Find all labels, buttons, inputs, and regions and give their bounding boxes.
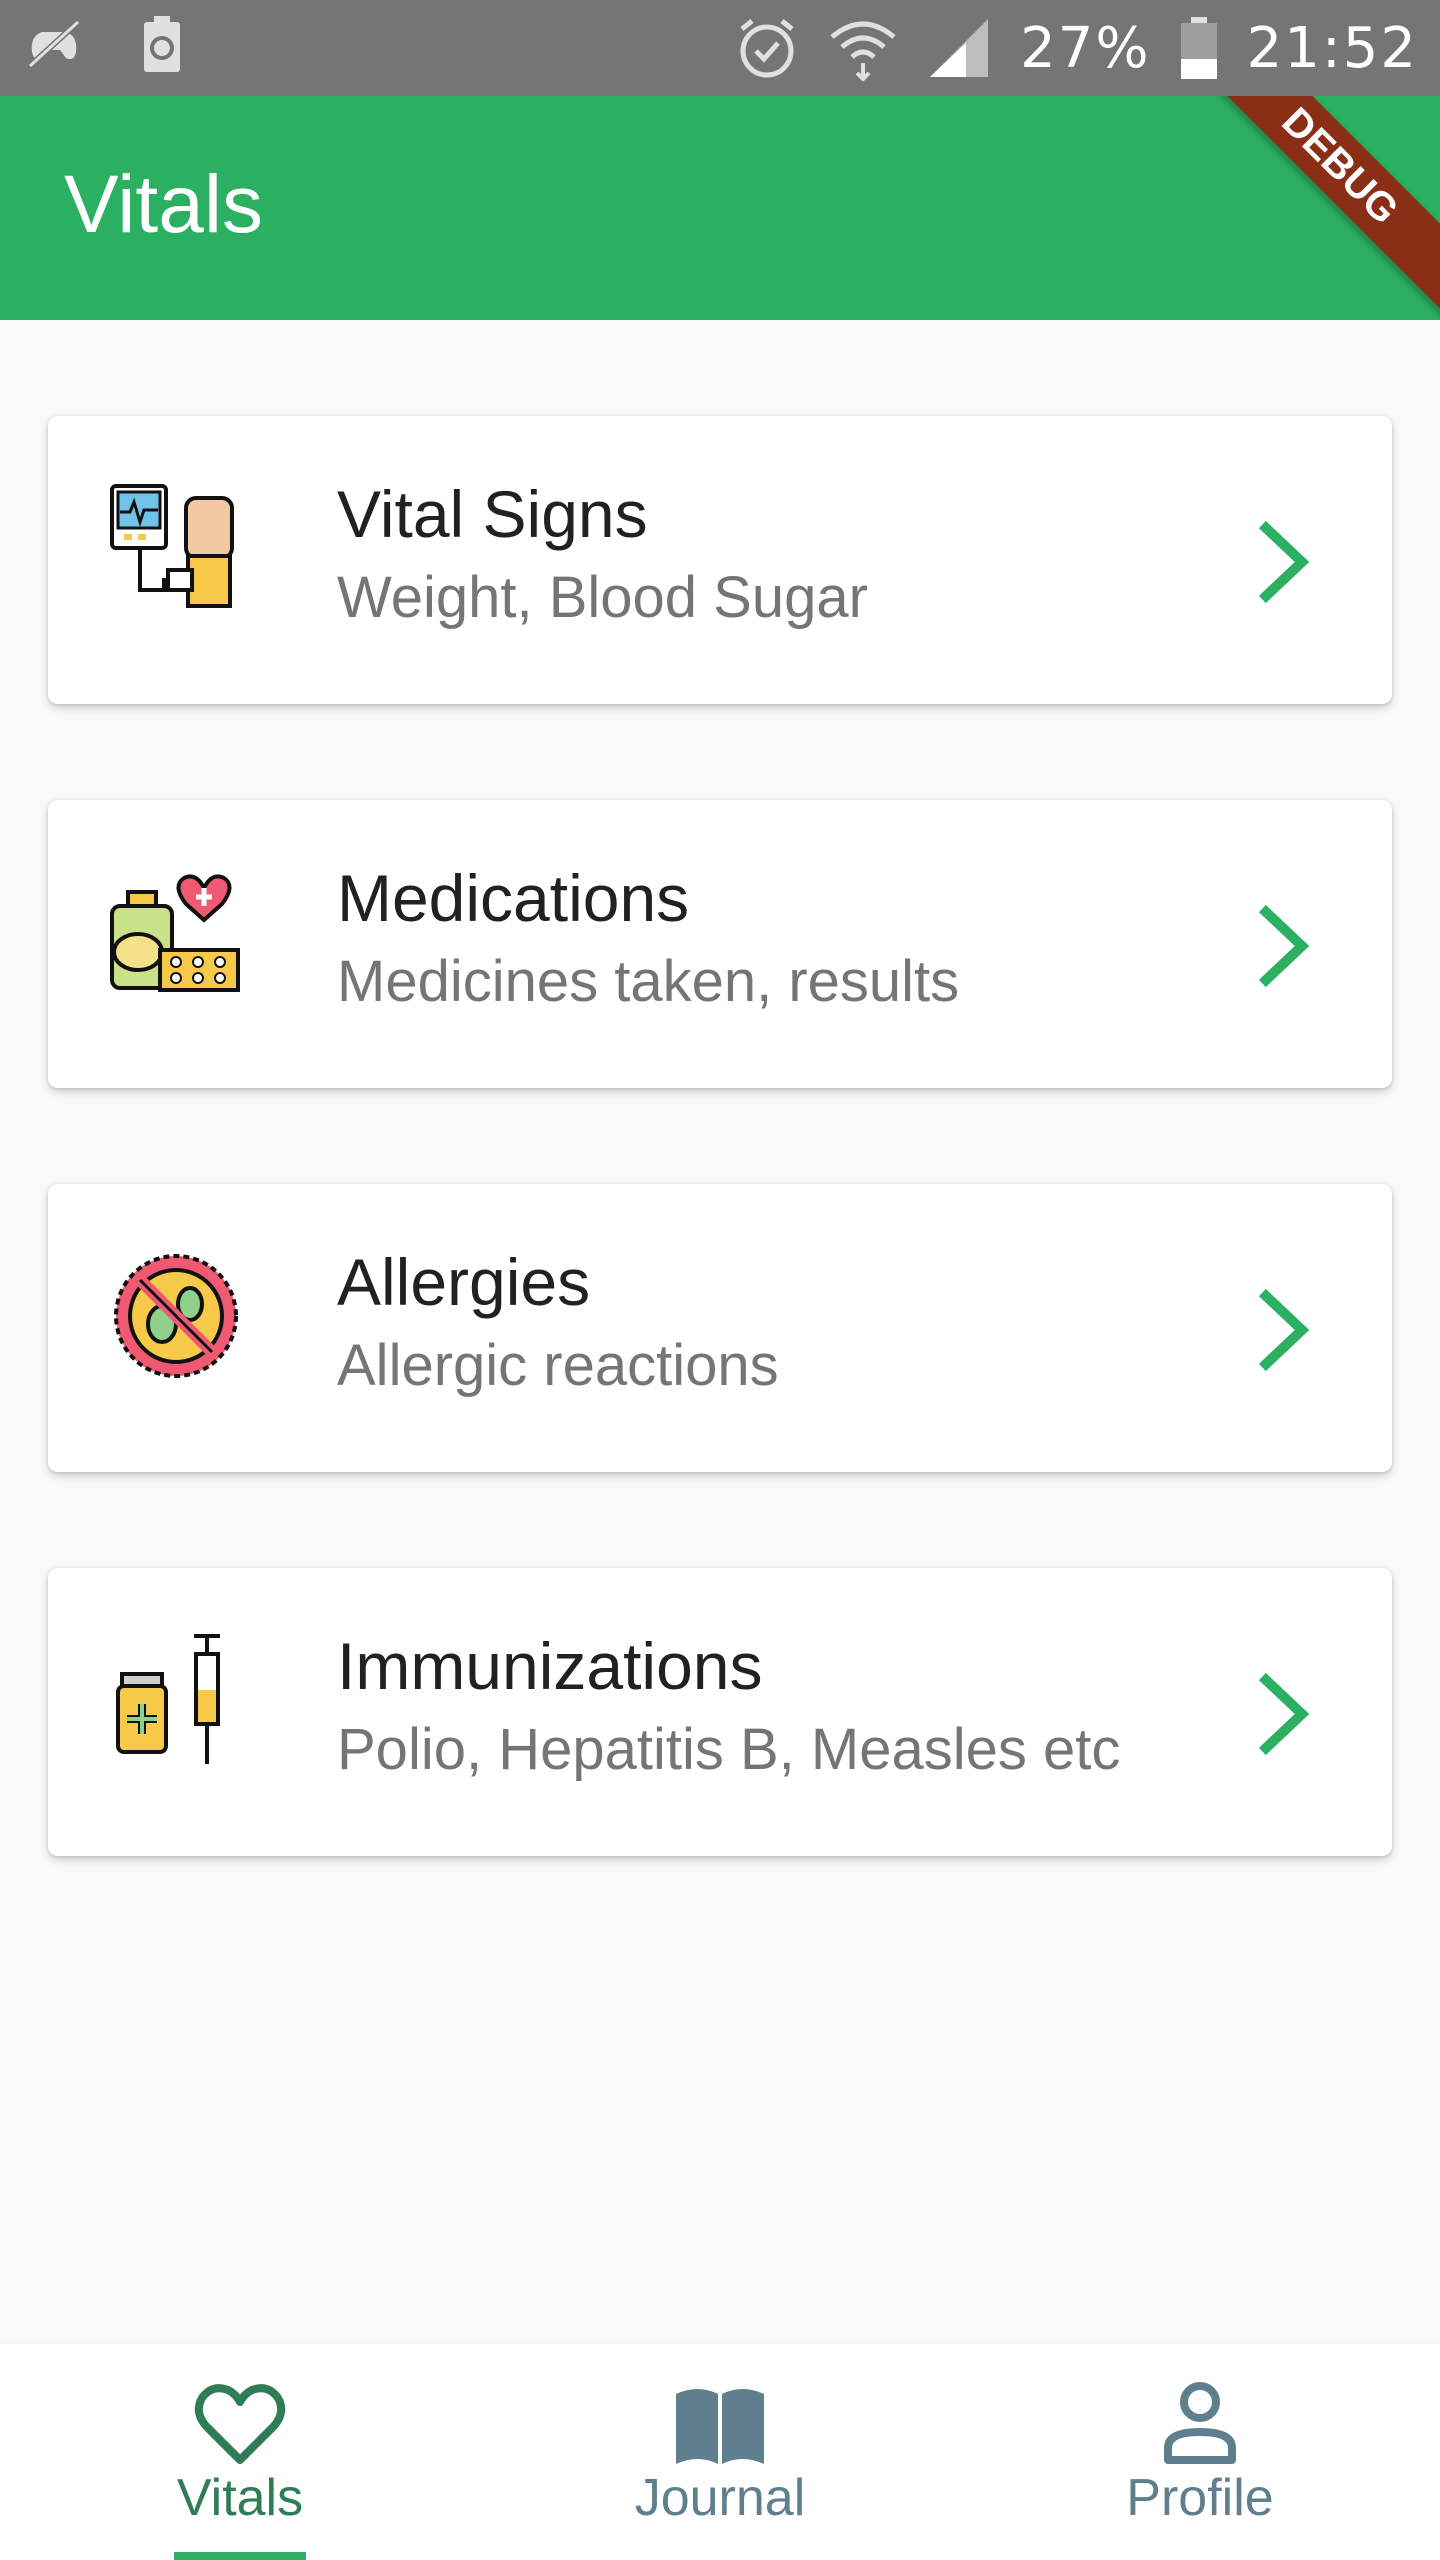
- chevron-right-icon: [1258, 1672, 1310, 1756]
- nav-item-journal[interactable]: Journal: [560, 2344, 880, 2560]
- allergy-germ-icon: [114, 1254, 238, 1378]
- signal-icon: [930, 19, 989, 77]
- card-subtitle: Weight, Blood Sugar: [337, 565, 868, 630]
- wifi-icon: [830, 21, 896, 81]
- card-title: Allergies: [337, 1245, 591, 1319]
- nav-item-vitals[interactable]: Vitals: [80, 2344, 400, 2560]
- card-title: Immunizations: [337, 1629, 763, 1703]
- allergies-card[interactable]: Allergies Allergic reactions: [48, 1184, 1392, 1472]
- card-title: Vital Signs: [337, 477, 648, 551]
- gamepad-icon: [27, 19, 81, 69]
- vaccine-syringe-icon: [116, 1634, 220, 1764]
- battery-icon: [1180, 17, 1217, 79]
- battery-percent: 27%: [1020, 15, 1151, 81]
- vital-signs-card[interactable]: Vital Signs Weight, Blood Sugar: [48, 416, 1392, 704]
- chevron-right-icon: [1258, 904, 1310, 988]
- person-icon: [1164, 2382, 1236, 2464]
- status-bar: 27% 21:52: [0, 0, 1440, 96]
- heart-icon: [194, 2384, 286, 2464]
- card-subtitle: Allergic reactions: [337, 1333, 779, 1398]
- alarm-icon: [740, 19, 794, 78]
- nav-label: Profile: [1126, 2469, 1274, 2527]
- active-tab-indicator: [174, 2552, 306, 2560]
- nav-label: Vitals: [176, 2469, 304, 2527]
- book-icon: [676, 2389, 764, 2464]
- card-title: Medications: [337, 861, 690, 935]
- card-subtitle: Medicines taken, results: [337, 949, 960, 1014]
- app-bar: Vitals DEBUG: [0, 96, 1440, 320]
- card-subtitle: Polio, Hepatitis B, Measles etc: [337, 1717, 1121, 1782]
- clock: 21:52: [1246, 15, 1418, 81]
- nav-label: Journal: [634, 2469, 806, 2527]
- recycle-battery-icon: [144, 16, 180, 72]
- page-title: Vitals: [64, 159, 264, 250]
- bottom-navigation: Vitals Journal Profile: [0, 2344, 1440, 2560]
- medications-card[interactable]: Medications Medicines taken, results: [48, 800, 1392, 1088]
- debug-banner: DEBUG: [1170, 96, 1440, 320]
- immunizations-card[interactable]: Immunizations Polio, Hepatitis B, Measle…: [48, 1568, 1392, 1856]
- chevron-right-icon: [1258, 520, 1310, 604]
- nav-item-profile[interactable]: Profile: [1040, 2344, 1360, 2560]
- vital-signs-monitor-icon: [110, 484, 234, 608]
- medications-pills-icon: [110, 874, 240, 992]
- chevron-right-icon: [1258, 1288, 1310, 1372]
